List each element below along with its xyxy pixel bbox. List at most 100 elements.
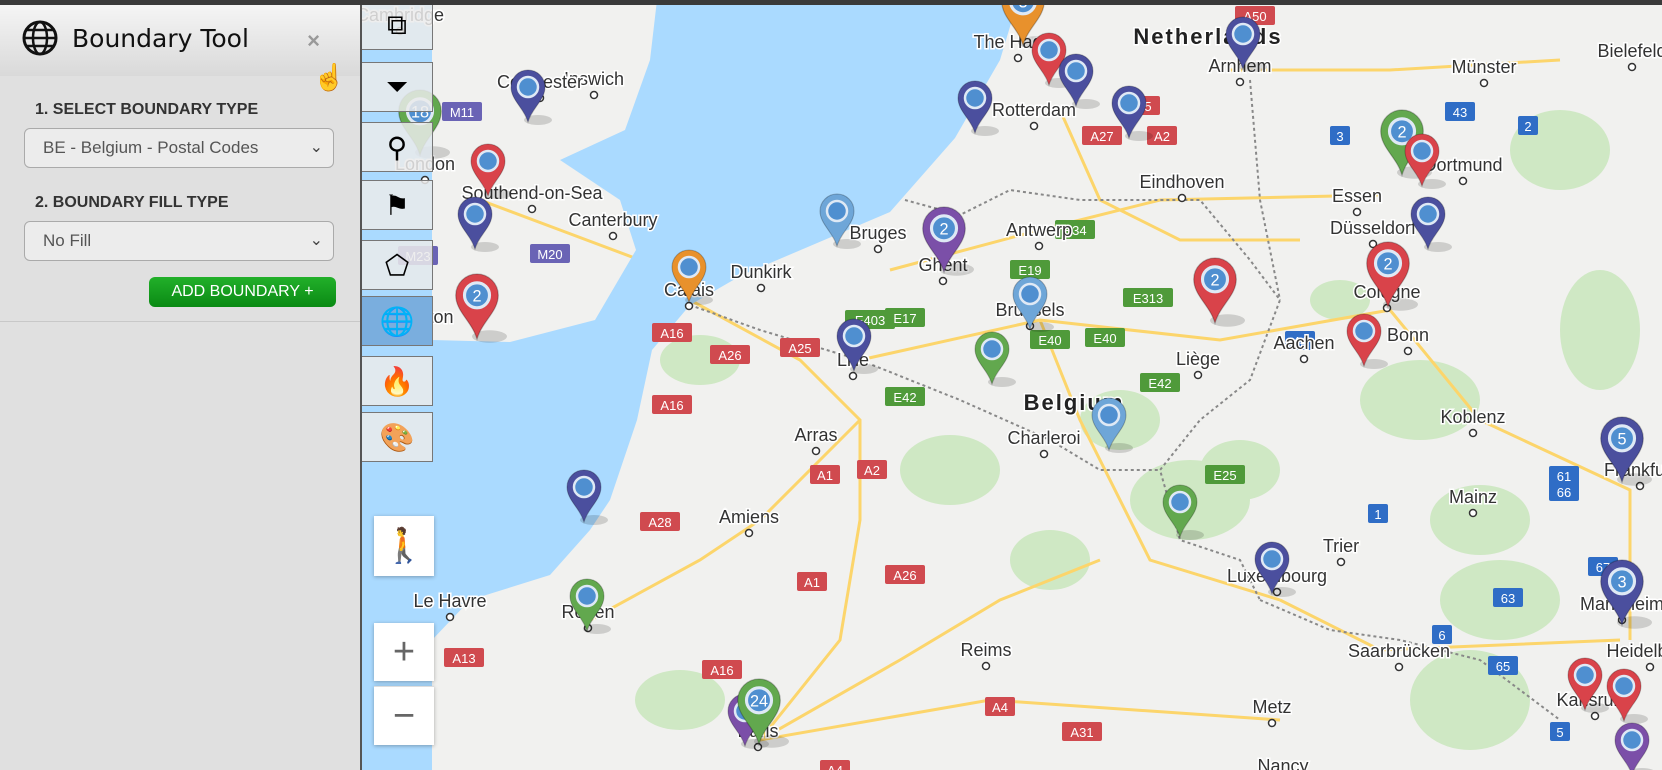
svg-text:A31: A31 — [1070, 725, 1093, 740]
svg-text:43: 43 — [1453, 105, 1467, 120]
svg-text:A2: A2 — [864, 463, 880, 478]
city-dot — [981, 661, 991, 671]
road-badge: 3 — [1330, 126, 1350, 145]
svg-text:A27: A27 — [1090, 129, 1113, 144]
city-dot — [1029, 121, 1039, 131]
city-dot — [1034, 241, 1044, 251]
city-label: Dunkirk — [730, 262, 792, 282]
svg-text:A16: A16 — [660, 326, 683, 341]
svg-text:M11: M11 — [450, 105, 474, 120]
road-badge: A16 — [702, 660, 742, 679]
city-dot — [1458, 176, 1468, 186]
forest-area — [1560, 270, 1640, 390]
svg-text:63: 63 — [1501, 591, 1515, 606]
road-badge: E313 — [1123, 288, 1173, 307]
city-dot — [1267, 718, 1277, 728]
step1-label: 1. SELECT BOUNDARY TYPE — [35, 101, 259, 118]
city-dot — [1394, 662, 1404, 672]
tool-button-signpost[interactable]: ⚑ — [361, 180, 433, 230]
city-dot — [1627, 62, 1637, 72]
city-dot — [1177, 193, 1187, 203]
city-label: Münster — [1451, 57, 1516, 77]
road-badge: 66 — [1549, 482, 1579, 501]
road-badge: E42 — [1140, 373, 1180, 392]
zoom-in-button[interactable]: + — [374, 623, 434, 681]
pin-count: 2 — [472, 288, 481, 306]
city-dot — [1352, 207, 1362, 217]
city-label: Düsseldorf — [1330, 218, 1417, 238]
svg-text:A4: A4 — [992, 700, 1008, 715]
svg-text:A4: A4 — [827, 763, 843, 770]
svg-text:65: 65 — [1496, 659, 1510, 674]
svg-text:E17: E17 — [893, 311, 916, 326]
tool-button-filter[interactable]: ⏷ — [361, 62, 433, 112]
city-label: Liège — [1176, 349, 1220, 369]
tool-button-map-pin[interactable]: ⚲ — [361, 122, 433, 172]
road-badge: A26 — [710, 345, 750, 364]
globe-icon — [22, 20, 58, 56]
road-badge: 65 — [1488, 656, 1518, 675]
add-boundary-button[interactable]: ADD BOUNDARY + — [149, 277, 336, 307]
window-top-edge — [0, 0, 1662, 5]
fire-icon: 🔥 — [379, 365, 415, 397]
svg-text:E19: E19 — [1018, 263, 1041, 278]
road-badge: E40 — [1085, 328, 1125, 347]
chevron-down-icon: ⌄ — [309, 232, 323, 249]
tool-button-palette[interactable]: 🎨 — [361, 412, 433, 462]
svg-text:A1: A1 — [817, 468, 833, 483]
map-pin-icon: ⚲ — [386, 131, 408, 163]
road-badge: 5 — [1550, 722, 1570, 741]
boundary-type-select[interactable]: BE - Belgium - Postal Codes ⌄ — [24, 128, 334, 168]
city-dot — [445, 612, 455, 622]
city-label: Amiens — [719, 507, 779, 527]
svg-text:A16: A16 — [710, 663, 733, 678]
road-badge: A2 — [857, 460, 887, 479]
zoom-out-button[interactable]: − — [374, 686, 434, 745]
city-dot — [1193, 370, 1203, 380]
tool-button-globe[interactable]: 🌐 — [361, 296, 433, 346]
hand-cursor-icon: ☝ — [313, 62, 346, 92]
city-label: Bielefeld — [1597, 41, 1662, 61]
pin-count: 5 — [1617, 431, 1626, 449]
boundary-type-value: BE - Belgium - Postal Codes — [43, 138, 259, 157]
panel-title: Boundary Tool — [72, 23, 249, 53]
road-badge: A1 — [797, 572, 827, 591]
city-dot — [756, 283, 766, 293]
globe-icon: 🌐 — [379, 305, 415, 337]
forest-area — [900, 435, 1000, 505]
polygon-icon: ⬠ — [384, 249, 410, 281]
tool-button-shapes[interactable]: ⧉ — [361, 0, 433, 50]
tool-button-polygon[interactable]: ⬠ — [361, 240, 433, 290]
city-dot — [811, 446, 821, 456]
svg-text:5: 5 — [1556, 725, 1563, 740]
svg-text:E42: E42 — [893, 390, 916, 405]
close-button[interactable]: × — [307, 28, 320, 54]
road-badge: 1 — [1368, 504, 1388, 523]
city-dot — [1013, 53, 1023, 63]
city-dot — [1590, 711, 1600, 721]
city-label: Essen — [1332, 186, 1382, 206]
map-canvas[interactable]: A16A26A25A16A1A2A28A1A26A16A13A4A4A31E40… — [354, 0, 1662, 770]
svg-text:3: 3 — [1336, 129, 1343, 144]
filter-icon: ⏷ — [385, 70, 409, 102]
road-badge: M11 — [442, 102, 482, 121]
city-label: Koblenz — [1440, 407, 1505, 427]
road-badge: M20 — [530, 244, 570, 263]
road-badge: 43 — [1445, 102, 1475, 121]
fill-type-select[interactable]: No Fill ⌄ — [24, 221, 334, 261]
pegman-button[interactable]: 🚶 — [374, 516, 434, 576]
tool-button-fire[interactable]: 🔥 — [361, 356, 433, 406]
road-badge: A26 — [885, 565, 925, 584]
city-dot — [1403, 346, 1413, 356]
city-label: Heidelberg — [1606, 641, 1662, 661]
road-badge: A4 — [985, 697, 1015, 716]
fill-type-value: No Fill — [43, 231, 92, 250]
road-badge: 63 — [1493, 588, 1523, 607]
road-badge: A28 — [640, 512, 680, 531]
city-label: Nancy — [1257, 756, 1308, 770]
city-label: Aachen — [1273, 333, 1334, 353]
step2-label: 2. BOUNDARY FILL TYPE — [35, 194, 229, 211]
svg-text:M20: M20 — [537, 247, 562, 262]
city-label: Metz — [1252, 697, 1291, 717]
city-label: Saarbrücken — [1348, 641, 1450, 661]
